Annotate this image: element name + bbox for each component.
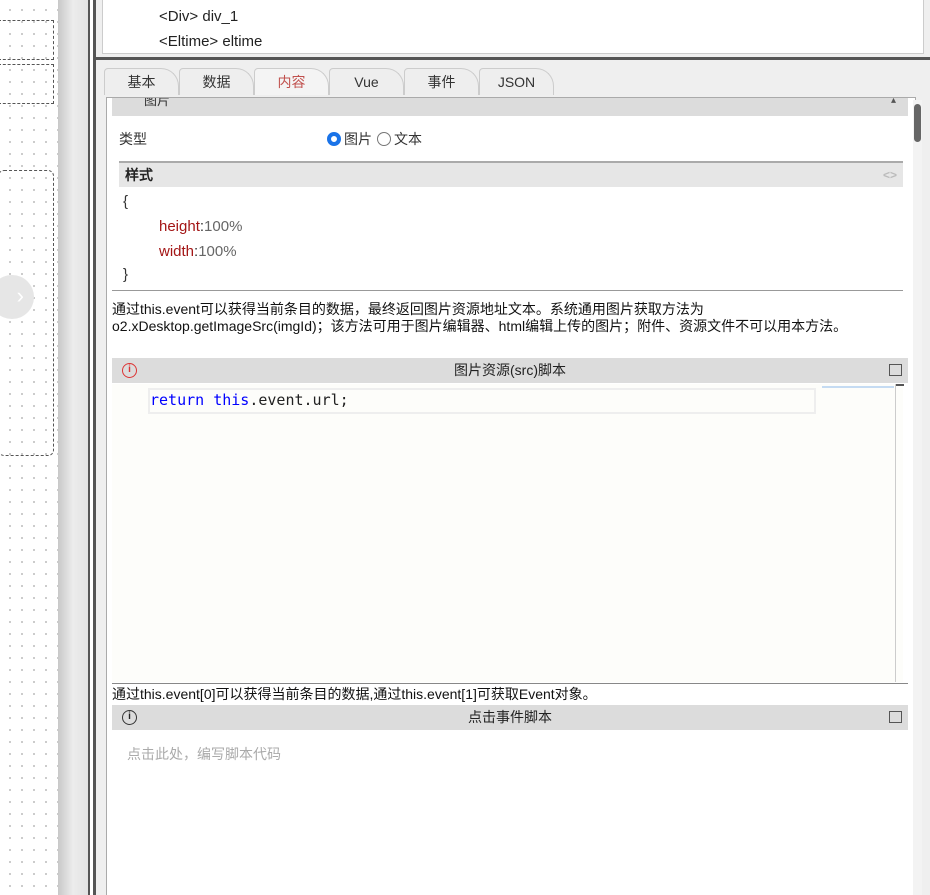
code-line[interactable]: return this.event.url;: [148, 388, 816, 414]
type-radio-group: 图片 文本: [327, 129, 422, 149]
click-description: 通过this.event[0]可以获得当前条目的数据,通过this.event[…: [112, 686, 597, 702]
dom-tree: <Div> div_1 <Eltime> eltime: [102, 0, 924, 54]
tab-vue[interactable]: Vue: [329, 68, 404, 95]
info-icon[interactable]: i: [122, 363, 137, 378]
src-script-title: 图片资源(src)脚本: [454, 362, 566, 378]
editor-scrollbar[interactable]: [895, 384, 904, 682]
css-prop[interactable]: height:100%: [159, 218, 242, 235]
info-icon[interactable]: i: [122, 710, 137, 725]
tree-item[interactable]: <Div> div_1: [159, 8, 238, 25]
divider: [112, 683, 908, 684]
editor-minimap[interactable]: [822, 386, 894, 388]
radio-text[interactable]: [377, 132, 391, 146]
canvas-element[interactable]: [0, 20, 54, 60]
tab-bar: 基本 数据 内容 Vue 事件 JSON: [104, 68, 554, 95]
click-script-title: 点击事件脚本: [468, 709, 552, 725]
tab-events[interactable]: 事件: [404, 68, 479, 95]
tab-json[interactable]: JSON: [479, 68, 554, 95]
radio-image[interactable]: [327, 132, 341, 146]
section-title: 图片: [144, 97, 171, 108]
collapse-icon[interactable]: ▴: [891, 98, 896, 106]
tab-content-panel: 图片 ▴ 类型 图片 文本 样式 <> { height:100% width:10…: [106, 97, 916, 895]
click-script-placeholder[interactable]: 点击此处，编写脚本代码: [127, 744, 281, 764]
tree-item[interactable]: <Eltime> eltime: [159, 33, 262, 50]
property-panel: <Div> div_1 <Eltime> eltime 基本 数据 内容 Vue…: [96, 0, 930, 895]
tab-data[interactable]: 数据: [179, 68, 254, 95]
tab-basic[interactable]: 基本: [104, 68, 179, 95]
maximize-icon[interactable]: [889, 711, 902, 723]
radio-image-label[interactable]: 图片: [344, 129, 372, 149]
splitter[interactable]: [58, 0, 88, 895]
src-script-header: i 图片资源(src)脚本: [112, 358, 908, 383]
style-header: 样式 <>: [119, 161, 903, 187]
radio-text-label[interactable]: 文本: [394, 129, 422, 149]
design-canvas[interactable]: ›: [0, 0, 58, 895]
css-prop[interactable]: width:100%: [159, 243, 237, 260]
style-title: 样式: [125, 167, 153, 183]
src-script-editor[interactable]: return this.event.url;: [112, 384, 904, 682]
maximize-icon[interactable]: [889, 364, 902, 376]
src-description: 通过this.event可以获得当前条目的数据，最终返回图片资源地址文本。系统通…: [112, 301, 848, 334]
section-header[interactable]: 图片 ▴: [112, 98, 908, 116]
scrollbar-thumb[interactable]: [914, 104, 921, 142]
code-view-icon[interactable]: <>: [883, 163, 897, 187]
canvas-element[interactable]: [0, 64, 54, 104]
scrollbar[interactable]: [913, 100, 922, 895]
divider[interactable]: [96, 57, 930, 60]
css-close-brace: }: [123, 266, 129, 283]
divider: [88, 0, 90, 895]
divider: [112, 290, 903, 291]
tab-content[interactable]: 内容: [254, 68, 329, 95]
type-label: 类型: [119, 131, 147, 147]
css-open-brace: {: [123, 193, 129, 210]
click-script-header: i 点击事件脚本: [112, 705, 908, 730]
